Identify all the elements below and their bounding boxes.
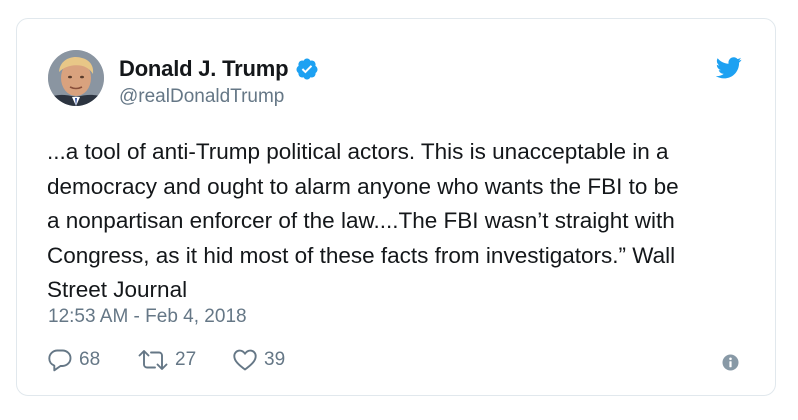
retweet-count: 27 [175,349,197,370]
info-icon[interactable] [722,354,739,371]
action-bar: 68 27 39 [47,347,312,373]
verified-badge-icon [295,57,319,81]
reply-count: 68 [79,349,101,370]
avatar[interactable] [48,50,104,106]
heart-icon [233,349,257,371]
timestamp[interactable]: 12:53 AM - Feb 4, 2018 [48,306,247,328]
avatar-image [48,50,104,106]
retweet-button[interactable]: 27 [137,348,232,372]
handle[interactable]: @realDonaldTrump [119,86,284,108]
tweet-card[interactable]: Donald J. Trump @realDonaldTrump ...a to… [16,18,776,396]
like-button[interactable]: 39 [232,348,312,372]
tweet-text: ...a tool of anti-Trump political actors… [47,139,679,302]
display-name[interactable]: Donald J. Trump [119,56,289,82]
twitter-bird-icon[interactable] [715,57,742,79]
reply-icon [48,349,72,372]
like-count: 39 [264,349,286,370]
reply-button[interactable]: 68 [47,348,137,372]
retweet-icon [138,350,168,370]
